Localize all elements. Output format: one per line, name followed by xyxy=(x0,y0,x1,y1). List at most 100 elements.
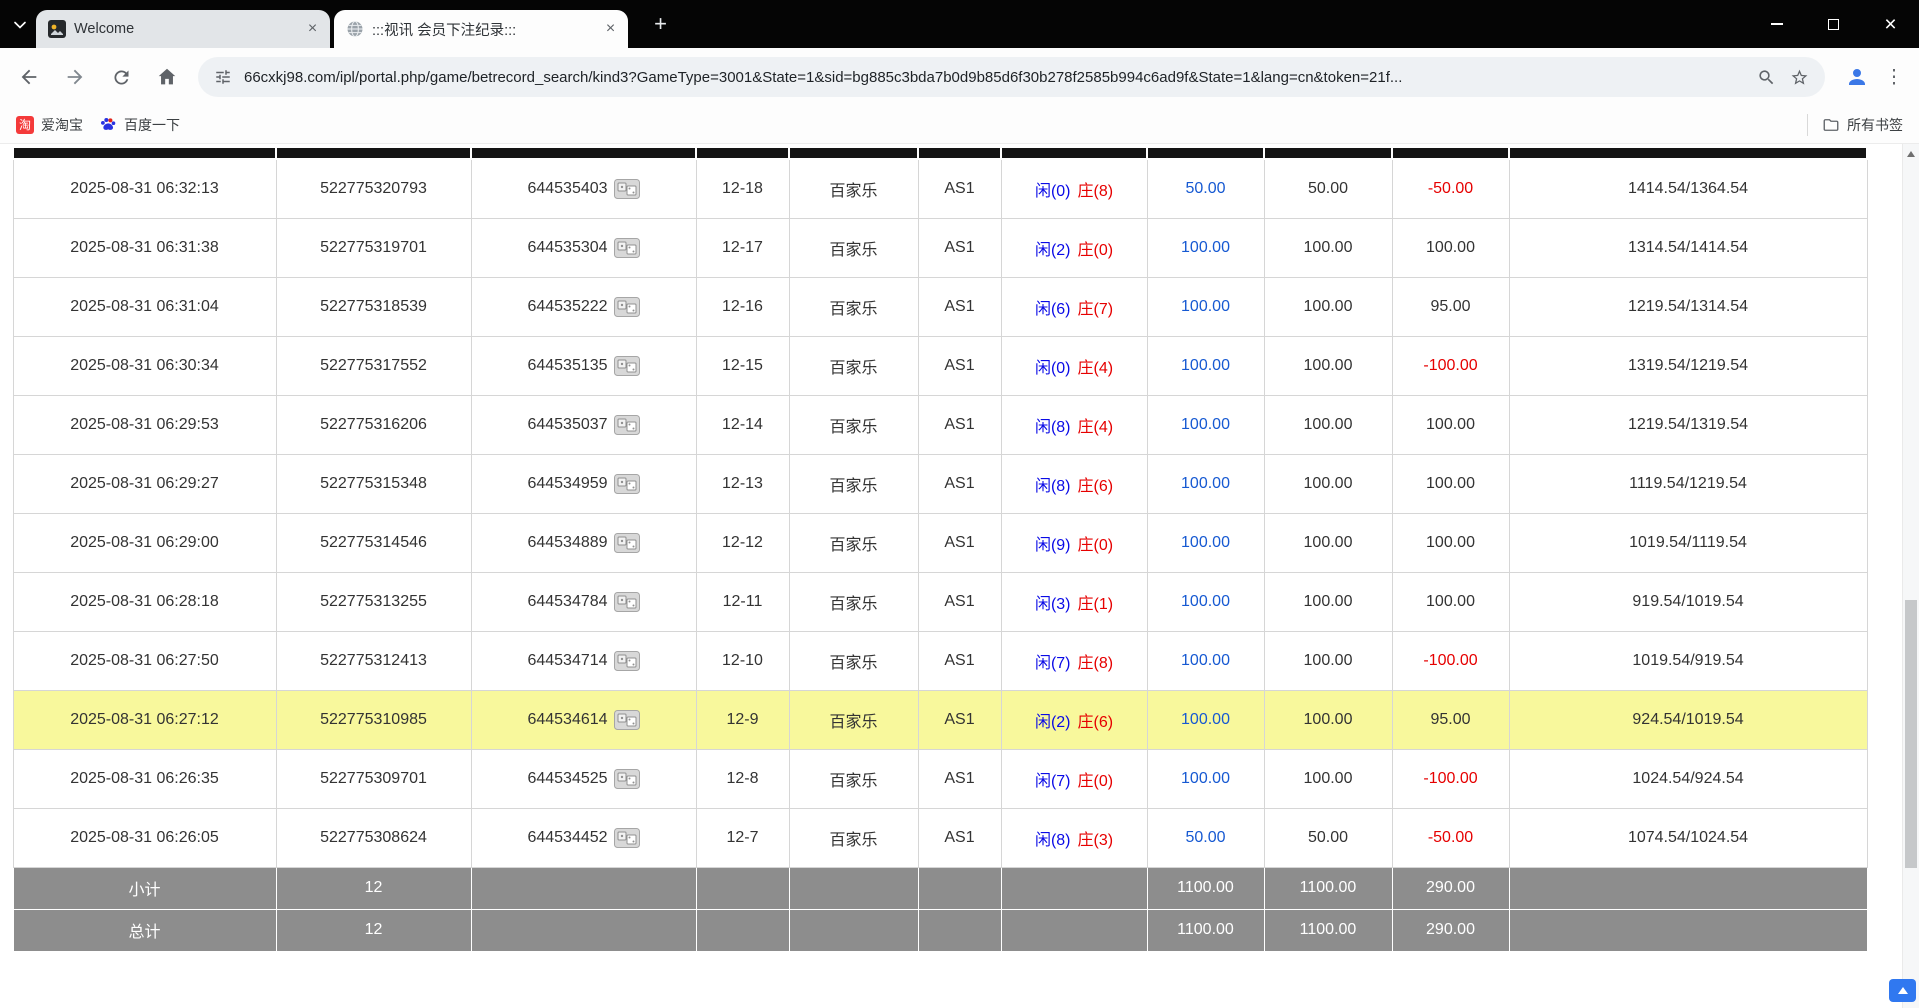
cell-bet-amount[interactable]: 100.00 xyxy=(1147,631,1264,690)
profile-avatar[interactable] xyxy=(1839,59,1875,95)
table-row[interactable]: 2025-08-31 06:28:18 522775313255 6445347… xyxy=(13,572,1867,631)
cell-valid-amount: 100.00 xyxy=(1264,336,1392,395)
maximize-icon xyxy=(1828,19,1839,30)
cell-bet-amount[interactable]: 100.00 xyxy=(1147,572,1264,631)
round-id-text: 644534452 xyxy=(527,829,607,846)
bookmark-baidu[interactable]: 百度一下 xyxy=(99,115,180,135)
table-row[interactable]: 2025-08-31 06:31:38 522775319701 6445353… xyxy=(13,218,1867,277)
cell-time: 2025-08-31 06:27:12 xyxy=(13,690,276,749)
scrollbar-thumb[interactable] xyxy=(1905,600,1917,868)
table-row[interactable]: 2025-08-31 06:30:34 522775317552 6445351… xyxy=(13,336,1867,395)
close-window-button[interactable]: × xyxy=(1862,0,1919,48)
cell-bet-id: 522775309701 xyxy=(276,749,471,808)
tab-welcome[interactable]: Welcome × xyxy=(36,10,330,48)
home-button[interactable] xyxy=(146,56,188,98)
round-id-text: 644534525 xyxy=(527,770,607,787)
minimize-button[interactable] xyxy=(1748,0,1805,48)
cell-table: AS1 xyxy=(918,513,1001,572)
game-video-icon[interactable] xyxy=(614,356,640,376)
forward-button[interactable] xyxy=(54,56,96,98)
game-video-icon[interactable] xyxy=(614,592,640,612)
table-row[interactable]: 2025-08-31 06:26:35 522775309701 6445345… xyxy=(13,749,1867,808)
cell-winloss: -100.00 xyxy=(1392,631,1509,690)
game-video-icon[interactable] xyxy=(614,828,640,848)
site-info-icon[interactable] xyxy=(214,68,232,86)
all-bookmarks-button[interactable]: 所有书签 xyxy=(1807,114,1903,136)
url-text[interactable]: 66cxkj98.com/ipl/portal.php/game/betreco… xyxy=(244,69,1743,86)
reload-button[interactable] xyxy=(100,56,142,98)
cell-balance: 1219.54/1314.54 xyxy=(1509,277,1867,336)
game-video-icon[interactable] xyxy=(614,769,640,789)
table-row[interactable]: 2025-08-31 06:29:53 522775316206 6445350… xyxy=(13,395,1867,454)
cell-table: AS1 xyxy=(918,808,1001,867)
tab-close-icon[interactable]: × xyxy=(303,20,322,39)
cell-bet-amount[interactable]: 100.00 xyxy=(1147,277,1264,336)
table-row[interactable]: 2025-08-31 06:27:12 522775310985 6445346… xyxy=(13,690,1867,749)
player-result: 闲(8) xyxy=(1035,832,1071,849)
table-row[interactable]: 2025-08-31 06:29:00 522775314546 6445348… xyxy=(13,513,1867,572)
scrollbar-up-arrow[interactable] xyxy=(1903,145,1919,162)
cell-bet-amount[interactable]: 50.00 xyxy=(1147,159,1264,218)
tab-search-chevron-icon[interactable] xyxy=(10,15,30,35)
globe-favicon-icon xyxy=(346,20,364,38)
cell-round-id: 644535304 xyxy=(471,218,696,277)
table-row[interactable]: 2025-08-31 06:32:13 522775320793 6445354… xyxy=(13,159,1867,218)
cell-balance: 1024.54/924.54 xyxy=(1509,749,1867,808)
cell-table: AS1 xyxy=(918,218,1001,277)
back-button[interactable] xyxy=(8,56,50,98)
tab-bet-record[interactable]: :::视讯 会员下注纪录::: × xyxy=(334,10,628,48)
cell-game-type: 百家乐 xyxy=(789,395,918,454)
game-video-icon[interactable] xyxy=(614,710,640,730)
table-row[interactable]: 2025-08-31 06:27:50 522775312413 6445347… xyxy=(13,631,1867,690)
page-scrollbar[interactable] xyxy=(1902,144,1919,1008)
cell-table: AS1 xyxy=(918,572,1001,631)
maximize-button[interactable] xyxy=(1805,0,1862,48)
cell-time: 2025-08-31 06:27:50 xyxy=(13,631,276,690)
tab-close-icon[interactable]: × xyxy=(601,20,620,39)
cell-game-type: 百家乐 xyxy=(789,572,918,631)
cell-result: 闲(9)庄(0) xyxy=(1001,513,1147,572)
game-video-icon[interactable] xyxy=(614,651,640,671)
cell-bet-amount[interactable]: 100.00 xyxy=(1147,513,1264,572)
game-video-icon[interactable] xyxy=(614,297,640,317)
browser-menu-icon[interactable]: ⋮ xyxy=(1877,59,1911,95)
table-header-sliver xyxy=(13,148,1867,159)
address-bar[interactable]: 66cxkj98.com/ipl/portal.php/game/betreco… xyxy=(198,57,1825,97)
cell-bet-amount[interactable]: 100.00 xyxy=(1147,336,1264,395)
cell-bet-amount[interactable]: 50.00 xyxy=(1147,808,1264,867)
cell-round-id: 644535403 xyxy=(471,159,696,218)
cell-winloss: 100.00 xyxy=(1392,454,1509,513)
cell-bet-id: 522775314546 xyxy=(276,513,471,572)
column-header xyxy=(471,148,696,159)
cell-bet-amount[interactable]: 100.00 xyxy=(1147,749,1264,808)
cell-result: 闲(7)庄(8) xyxy=(1001,631,1147,690)
subtotal-count: 12 xyxy=(276,867,471,909)
game-video-icon[interactable] xyxy=(614,533,640,553)
table-row[interactable]: 2025-08-31 06:29:27 522775315348 6445349… xyxy=(13,454,1867,513)
cell-valid-amount: 100.00 xyxy=(1264,690,1392,749)
table-row[interactable]: 2025-08-31 06:31:04 522775318539 6445352… xyxy=(13,277,1867,336)
cell-bet-amount[interactable]: 100.00 xyxy=(1147,395,1264,454)
cell-valid-amount: 100.00 xyxy=(1264,749,1392,808)
cell-bet-amount[interactable]: 100.00 xyxy=(1147,454,1264,513)
new-tab-button[interactable]: + xyxy=(646,10,675,39)
game-video-icon[interactable] xyxy=(614,238,640,258)
round-id-text: 644534714 xyxy=(527,652,607,669)
cell-time: 2025-08-31 06:28:18 xyxy=(13,572,276,631)
cell-round-id: 644534784 xyxy=(471,572,696,631)
cell-bet-amount[interactable]: 100.00 xyxy=(1147,690,1264,749)
game-video-icon[interactable] xyxy=(614,474,640,494)
cell-time: 2025-08-31 06:32:13 xyxy=(13,159,276,218)
bookmark-taobao[interactable]: 淘 爱淘宝 xyxy=(16,115,83,135)
zoom-icon[interactable] xyxy=(1757,68,1776,87)
bookmark-star-icon[interactable] xyxy=(1790,68,1809,87)
cell-valid-amount: 100.00 xyxy=(1264,454,1392,513)
game-video-icon[interactable] xyxy=(614,179,640,199)
cell-game-type: 百家乐 xyxy=(789,454,918,513)
cell-bet-amount[interactable]: 100.00 xyxy=(1147,218,1264,277)
total-bet: 1100.00 xyxy=(1147,909,1264,951)
back-to-top-button[interactable] xyxy=(1889,979,1916,1002)
cell-table: AS1 xyxy=(918,454,1001,513)
game-video-icon[interactable] xyxy=(614,415,640,435)
table-row[interactable]: 2025-08-31 06:26:05 522775308624 6445344… xyxy=(13,808,1867,867)
